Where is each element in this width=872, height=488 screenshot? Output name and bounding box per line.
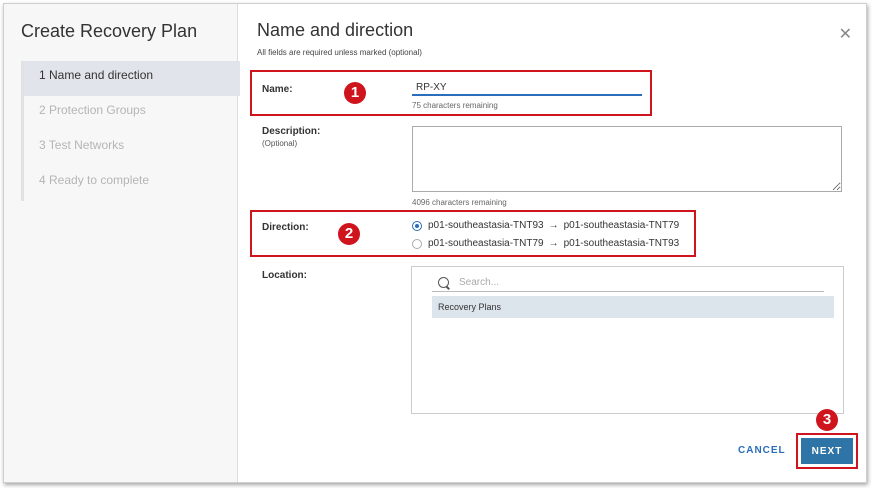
radio-unselected-icon[interactable] [412, 238, 422, 249]
annotation-badge-3: 3 [816, 409, 838, 431]
cancel-button[interactable]: CANCEL [732, 444, 792, 457]
description-optional: (Optional) [262, 139, 298, 148]
arrow-right-icon: → [548, 238, 559, 249]
step-name-and-direction[interactable]: 1 Name and direction [24, 61, 240, 96]
step-protection-groups: 2 Protection Groups [39, 103, 146, 117]
location-item-recovery-plans[interactable]: Recovery Plans [432, 296, 834, 318]
description-label: Description: [262, 126, 321, 137]
arrow-right-icon: → [548, 220, 559, 231]
wizard-main: Name and direction ✕ All fields are requ… [238, 4, 866, 482]
search-icon [438, 276, 449, 288]
description-textarea[interactable] [412, 126, 842, 192]
page-subtitle: All fields are required unless marked (o… [257, 48, 422, 57]
name-label: Name: [262, 84, 293, 95]
page-title: Name and direction [257, 20, 414, 40]
direction-option-1-to: p01-southeastasia-TNT79 [563, 220, 680, 231]
description-hint: 4096 characters remaining [412, 198, 507, 207]
wizard-dialog: Create Recovery Plan 1 Name and directio… [3, 3, 867, 483]
location-tree: Recovery Plans [411, 266, 844, 414]
location-search [432, 273, 824, 292]
radio-selected-icon[interactable] [412, 220, 422, 231]
location-label: Location: [262, 270, 307, 281]
close-icon[interactable]: ✕ [839, 24, 852, 44]
name-input[interactable] [412, 80, 642, 96]
annotation-badge-1: 1 [344, 82, 366, 104]
wizard-title: Create Recovery Plan [21, 21, 198, 41]
step-test-networks: 3 Test Networks [39, 138, 125, 152]
direction-option-1-from: p01-southeastasia-TNT93 [428, 220, 544, 231]
direction-option-2-from: p01-southeastasia-TNT79 [428, 238, 544, 249]
annotation-badge-2: 2 [338, 223, 360, 245]
step-ready-to-complete: 4 Ready to complete [39, 173, 150, 187]
wizard-steps: 1 Name and direction 2 Protection Groups… [21, 61, 240, 201]
direction-option-2[interactable]: p01-southeastasia-TNT79 → p01-southeasta… [412, 238, 679, 249]
annotation-box-direction [250, 210, 696, 257]
next-button[interactable]: NEXT [801, 438, 853, 464]
direction-label: Direction: [262, 222, 309, 233]
location-search-input[interactable] [457, 275, 801, 289]
wizard-sidebar: Create Recovery Plan 1 Name and directio… [4, 4, 240, 482]
name-hint: 75 characters remaining [412, 101, 498, 110]
direction-option-2-to: p01-southeastasia-TNT93 [563, 238, 680, 249]
direction-option-1[interactable]: p01-southeastasia-TNT93 → p01-southeasta… [412, 220, 679, 231]
